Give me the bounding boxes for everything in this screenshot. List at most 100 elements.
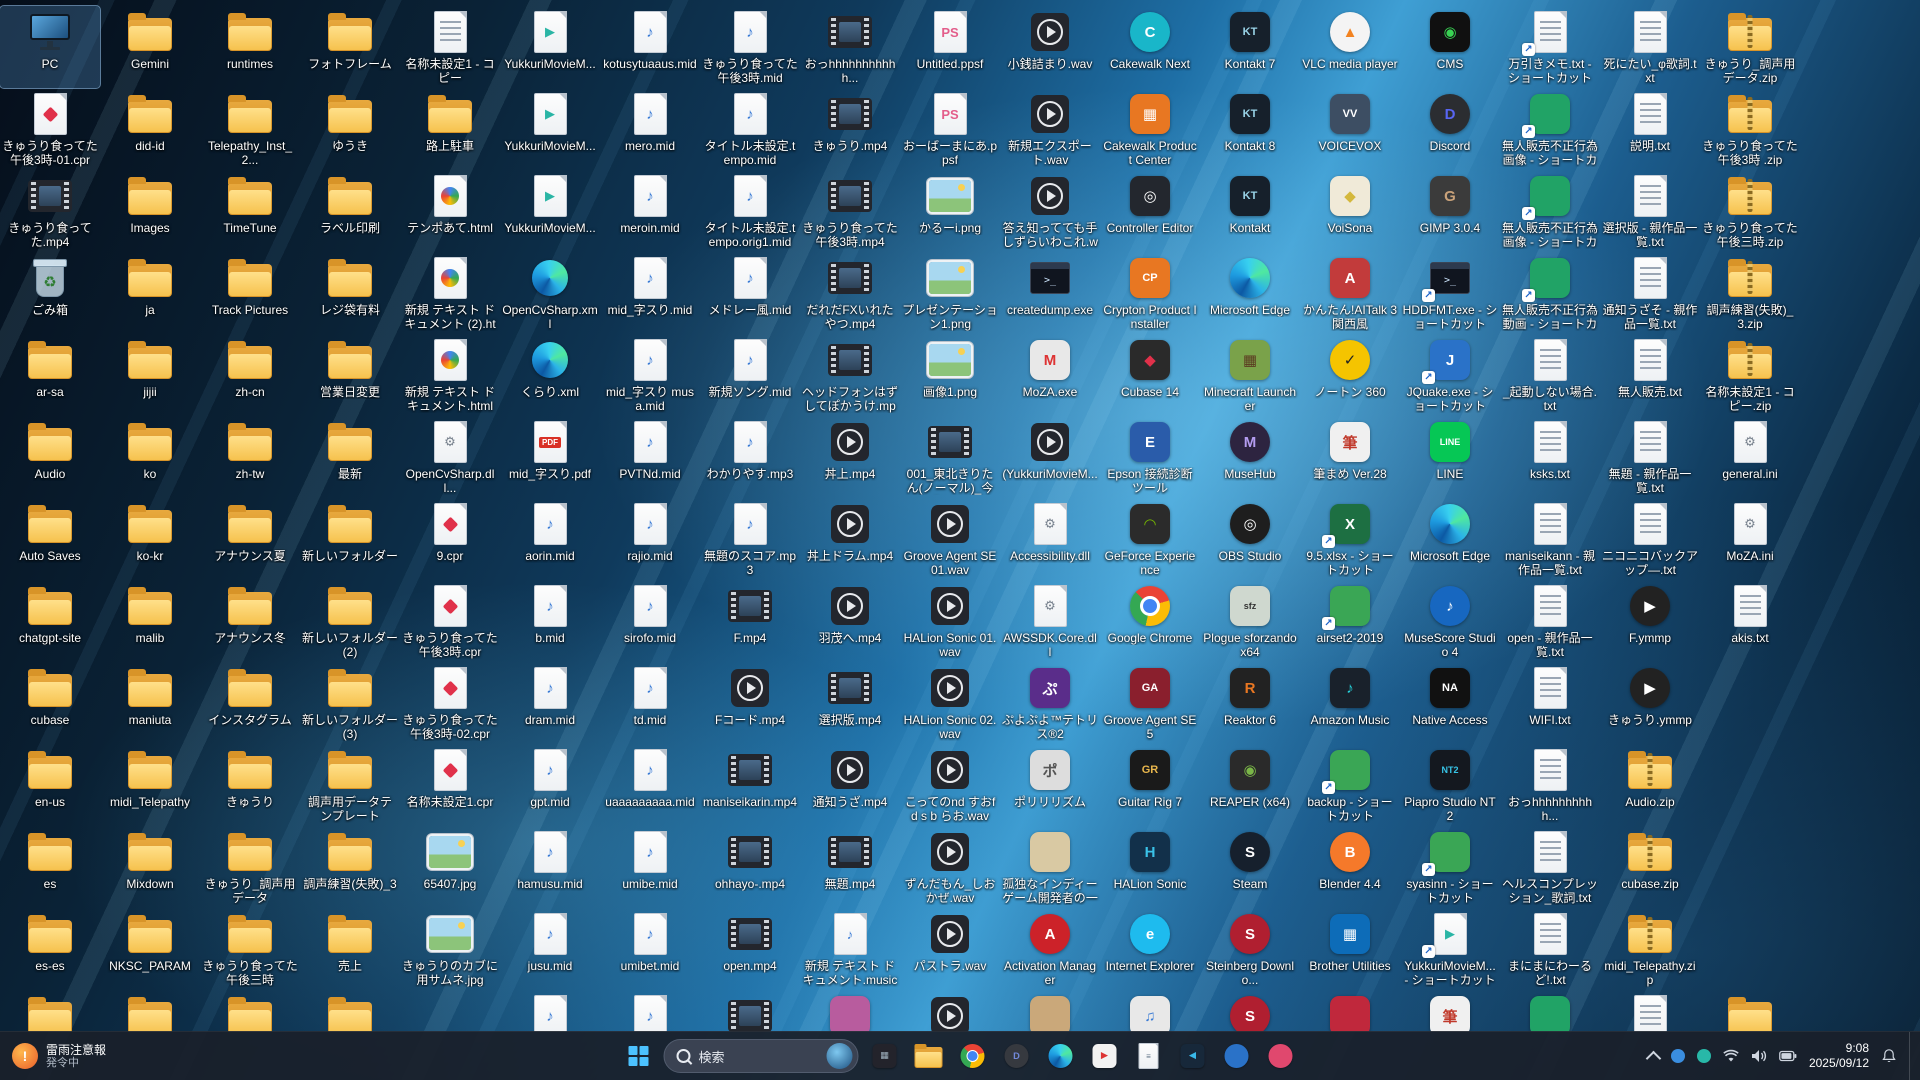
desktop-icon[interactable]: S Steinberg Downlo...	[1200, 908, 1300, 990]
desktop-icon[interactable]: ♪ mid_字スり.mid	[600, 252, 700, 334]
desktop-icon[interactable]: テンポあて.html	[400, 170, 500, 252]
desktop-icon[interactable]: ▶ F.ymmp	[1600, 580, 1700, 662]
desktop-icon[interactable]: did-id	[100, 88, 200, 170]
desktop-icon[interactable]: 死にたい_φ歌詞.txt	[1600, 6, 1700, 88]
desktop-icon[interactable]: M MuseHub	[1200, 416, 1300, 498]
desktop-icon[interactable]: CP Crypton Product Installer	[1100, 252, 1200, 334]
desktop-icon[interactable]: TimeTune	[200, 170, 300, 252]
desktop-icon[interactable]: Auto Saves	[0, 498, 100, 580]
desktop-icon[interactable]: ♪ jusu.mid	[500, 908, 600, 990]
desktop-icon[interactable]: 羽茂へ.mp4	[800, 580, 900, 662]
desktop-icon[interactable]: S Steam	[1200, 826, 1300, 908]
desktop-icon[interactable]: きゅうり食ってた午後三時.zip	[1700, 170, 1800, 252]
desktop-icon[interactable]: 選択版 - 親作品一覧.txt	[1600, 170, 1700, 252]
desktop-icon[interactable]: Audio	[0, 416, 100, 498]
desktop-icon[interactable]: ▦ Brother Utilities	[1300, 908, 1400, 990]
desktop-icon[interactable]: E Epson 接続診断ツール	[1100, 416, 1200, 498]
start-button[interactable]	[618, 1035, 660, 1077]
desktop-icon[interactable]: ↗無人販売不正行為画像 - ショートカッ...	[1500, 88, 1600, 170]
desktop-icon[interactable]: 名称未設定1 - コピー	[400, 6, 500, 88]
desktop-icon[interactable]: ▶ YukkuriMovieM...	[500, 88, 600, 170]
desktop-icon[interactable]: 新規 テキスト ドキュメント.html	[400, 334, 500, 416]
desktop-icon[interactable]: A Activation Manager	[1000, 908, 1100, 990]
desktop-icon[interactable]: HALion Sonic 02.wav	[900, 662, 1000, 744]
desktop-icon[interactable]: PS おーばーまにあ.ppsf	[900, 88, 1000, 170]
desktop-icon[interactable]: 001_東北きりたん(ノーマル)_今しゃ...	[900, 416, 1000, 498]
desktop-icon[interactable]: 65407.jpg	[400, 826, 500, 908]
desktop-icon[interactable]: ▶ ↗ YukkuriMovieM... - ショートカット	[1400, 908, 1500, 990]
desktop-icon[interactable]: ゆうき	[300, 88, 400, 170]
desktop-icon[interactable]: zh-tw	[200, 416, 300, 498]
desktop-icon[interactable]: ♪ タイトル未設定.tempo.orig1.mid	[700, 170, 800, 252]
taskbar-app-notepad[interactable]: ≡	[1127, 1034, 1171, 1078]
desktop-icon[interactable]: ▦ Minecraft Launcher	[1200, 334, 1300, 416]
desktop-icon[interactable]: WIFI.txt	[1500, 662, 1600, 744]
desktop-icon[interactable]: midi_Telepathy.zip	[1600, 908, 1700, 990]
desktop-icon[interactable]: 答え知ってても手しずらいわこれ.wav	[1000, 170, 1100, 252]
desktop-icon[interactable]: runtimes	[200, 6, 300, 88]
desktop-icon[interactable]: GA Groove Agent SE 5	[1100, 662, 1200, 744]
desktop-icon[interactable]: ♪ meroin.mid	[600, 170, 700, 252]
taskbar-app-pink-sphere-app[interactable]	[1259, 1034, 1303, 1078]
desktop-icon[interactable]: ♪ メドレー風.mid	[700, 252, 800, 334]
desktop-icon[interactable]: 路上駐車	[400, 88, 500, 170]
desktop-icon[interactable]: 無題.mp4	[800, 826, 900, 908]
taskbar-search[interactable]: 検索	[663, 1039, 859, 1073]
desktop-icon[interactable]: NT2 Piapro Studio NT2	[1400, 744, 1500, 826]
desktop-icon[interactable]: VV VOICEVOX	[1300, 88, 1400, 170]
desktop-icon[interactable]: X ↗ 9.5.xlsx - ショートカット	[1300, 498, 1400, 580]
desktop-icon[interactable]: ヘッドフォンはずしてぽかうけ.mp4	[800, 334, 900, 416]
desktop-icon[interactable]: ♪ hamusu.mid	[500, 826, 600, 908]
desktop-icon[interactable]: Groove Agent SE 01.wav	[900, 498, 1000, 580]
desktop-icon[interactable]: ⚙ MoZA.ini	[1700, 498, 1800, 580]
desktop-icon[interactable]: きゅうり食ってた午後3時.mp4	[800, 170, 900, 252]
desktop-icon[interactable]: ♪ タイトル未設定.tempo.mid	[700, 88, 800, 170]
desktop-icon[interactable]: en-us	[0, 744, 100, 826]
desktop-icon[interactable]: ksks.txt	[1500, 416, 1600, 498]
desktop-icon[interactable]: OpenCvSharp.xml	[500, 252, 600, 334]
desktop-icon[interactable]: ◆ VoiSona	[1300, 170, 1400, 252]
desktop-icon[interactable]: ♫	[1100, 990, 1200, 1032]
desktop-icon[interactable]: ◆ Cubase 14	[1100, 334, 1200, 416]
desktop-icon[interactable]: ずんだもん_しおかぜ.wav	[900, 826, 1000, 908]
desktop-icon[interactable]: maniseikarin.mp4	[700, 744, 800, 826]
desktop-icon[interactable]: 名称未設定1 - コピー.zip	[1700, 334, 1800, 416]
desktop-icon[interactable]	[1000, 990, 1100, 1032]
desktop-icon[interactable]: 新しいフォルダー (3)	[300, 662, 400, 744]
desktop-icon[interactable]	[900, 990, 1000, 1032]
desktop-icon[interactable]: ko-kr	[100, 498, 200, 580]
desktop-icon[interactable]: ♪ 無題のスコア.mp3	[700, 498, 800, 580]
desktop-icon[interactable]: 新規エクスポート.wav	[1000, 88, 1100, 170]
desktop-icon[interactable]: ↗ 万引きメモ.txt - ショートカット	[1500, 6, 1600, 88]
desktop-icon[interactable]: 9.cpr	[400, 498, 500, 580]
desktop-icon[interactable]: ko	[100, 416, 200, 498]
desktop-icon[interactable]: きゅうり食ってた午後三時	[200, 908, 300, 990]
desktop-icon[interactable]: e Internet Explorer	[1100, 908, 1200, 990]
desktop-icon[interactable]: PS Untitled.ppsf	[900, 6, 1000, 88]
desktop-icon[interactable]: >_ createdump.exe	[1000, 252, 1100, 334]
desktop-icon[interactable]: ♪	[600, 990, 700, 1032]
desktop-icon[interactable]: ♪ rajio.mid	[600, 498, 700, 580]
desktop-icon[interactable]: 選択版.mp4	[800, 662, 900, 744]
desktop-icon[interactable]: 新しいフォルダー	[300, 498, 400, 580]
desktop-icon[interactable]: akis.txt	[1700, 580, 1800, 662]
desktop-icon[interactable]: 調声練習(失敗)_3.zip	[1700, 252, 1800, 334]
desktop-icon[interactable]: きゅうり食ってた.mp4	[0, 170, 100, 252]
desktop-icon[interactable]: KT Kontakt	[1200, 170, 1300, 252]
desktop-icon[interactable]: 孤独なインディーゲーム開発者の一生 ...	[1000, 826, 1100, 908]
desktop-icon[interactable]: Fコード.mp4	[700, 662, 800, 744]
desktop-icon[interactable]: ♪ aorin.mid	[500, 498, 600, 580]
desktop-icon[interactable]: ラベル印刷	[300, 170, 400, 252]
desktop-icon[interactable]: かるーi.png	[900, 170, 1000, 252]
desktop-icon[interactable]: J ↗ JQuake.exe - ショートカット	[1400, 334, 1500, 416]
desktop-icon[interactable]: 調声用データテンプレート	[300, 744, 400, 826]
desktop-icon[interactable]: ar-sa	[0, 334, 100, 416]
desktop-icon[interactable]: maniuta	[100, 662, 200, 744]
taskbar-app-chrome[interactable]	[951, 1034, 995, 1078]
desktop-icon[interactable]: ♪ MuseScore Studio 4	[1400, 580, 1500, 662]
notification-icon[interactable]	[1881, 1048, 1897, 1064]
desktop-icon[interactable]: ♪新規 テキスト ドキュメント.musicxml	[800, 908, 900, 990]
desktop-icon[interactable]: ⚙ Accessibility.dll	[1000, 498, 1100, 580]
desktop-icon[interactable]: Microsoft Edge	[1200, 252, 1300, 334]
desktop-icon[interactable]: ♪ b.mid	[500, 580, 600, 662]
